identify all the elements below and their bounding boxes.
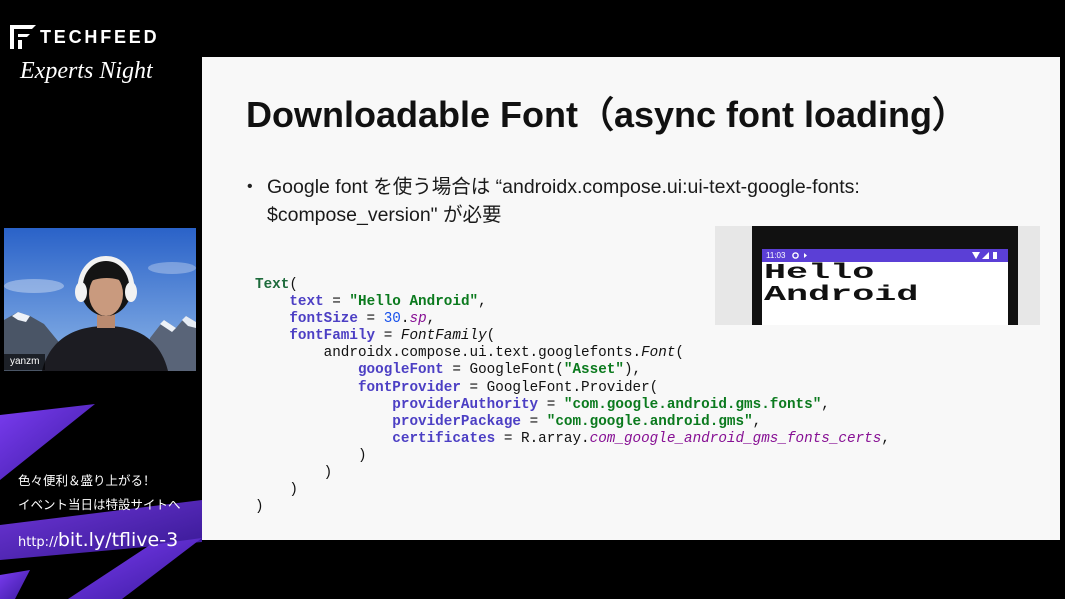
code-token: (: [486, 328, 496, 345]
code-token: 30: [383, 311, 401, 328]
brand-name: TECHFEED: [40, 27, 160, 47]
code-token: "Hello Android": [349, 294, 479, 311]
code-token: (: [289, 277, 298, 293]
brand-subtitle: Experts Night: [20, 58, 153, 84]
speaker-name-label: yanzm: [4, 354, 46, 370]
settings-icon: [792, 252, 799, 259]
code-token: ): [255, 499, 264, 516]
code-token: = GoogleFont.Provider(: [460, 379, 659, 396]
code-token: ,: [821, 396, 830, 413]
promo-url: http://bit.ly/tflive-3: [18, 528, 178, 555]
code-token: =: [520, 413, 547, 430]
presentation-slide: Downloadable Font（async font loading） • …: [202, 57, 1060, 540]
code-token: googleFont: [357, 362, 444, 379]
code-line: ): [255, 465, 890, 482]
code-token: certificates: [392, 430, 496, 447]
code-line: ): [255, 448, 890, 465]
code-token: =: [538, 396, 564, 413]
code-token: fontProvider: [357, 379, 461, 396]
code-token: =: [323, 294, 350, 311]
code-token: = R.array.: [495, 430, 590, 447]
phone-text-line-1: Hello: [764, 262, 875, 285]
code-line: googleFont = GoogleFont("Asset"),: [255, 362, 890, 379]
code-token: fontSize: [289, 311, 358, 328]
code-token: FontFamily: [400, 328, 487, 345]
code-token: =: [375, 328, 401, 345]
code-line: fontFamily = FontFamily(: [255, 328, 890, 345]
code-token: Text: [255, 277, 290, 293]
code-token: ): [255, 465, 333, 482]
phone-screen: 11:03 Hello Android: [762, 249, 1008, 325]
code-token: =: [357, 311, 384, 328]
promo-url-prefix: http://: [18, 535, 58, 550]
code-token: text: [289, 294, 324, 311]
code-token: sp: [409, 311, 427, 328]
status-bar: 11:03: [762, 249, 1008, 262]
code-token: ): [255, 482, 298, 499]
code-token: = GoogleFont(: [443, 362, 564, 379]
code-token: com_google_android_gms_fonts_certs: [589, 430, 882, 447]
code-line: androidx.compose.ui.text.googlefonts.Fon…: [255, 345, 890, 362]
code-line: fontProvider = GoogleFont.Provider(: [255, 380, 890, 397]
bullet-line-1: Google font を使う場合は “androidx.compose.ui:…: [267, 176, 860, 198]
bullet-line-2: $compose_version" が必要: [267, 204, 502, 226]
speaker-video-frame: [4, 228, 196, 371]
code-line: ): [255, 499, 890, 516]
code-token: Font: [641, 345, 676, 362]
signal-icon: [982, 252, 989, 259]
code-token: ,: [881, 430, 890, 447]
code-token: ): [255, 447, 367, 464]
code-token: "com.google.android.gms": [546, 413, 753, 430]
code-line: providerPackage = "com.google.android.gm…: [255, 414, 890, 431]
webcam-video: yanzm: [4, 228, 196, 371]
bullet-marker: •: [247, 178, 253, 195]
code-line: ): [255, 482, 890, 499]
code-line: providerAuthority = "com.google.android.…: [255, 397, 890, 414]
promo-line-2: イベント当日は特設サイトへ: [18, 497, 181, 512]
slide-title: Downloadable Font（async font loading）: [246, 94, 969, 135]
code-token: ),: [623, 362, 642, 379]
phone-frame: 11:03 Hello Android: [752, 226, 1018, 325]
code-token: "Asset": [563, 362, 624, 379]
phone-text-line-2: Android: [764, 284, 919, 307]
bullet-text: Google font を使う場合は “androidx.compose.ui:…: [267, 173, 860, 229]
code-token: providerAuthority: [392, 396, 539, 413]
battery-icon: [993, 252, 997, 259]
sync-icon: [804, 253, 807, 258]
code-token: ,: [478, 294, 487, 311]
code-token: providerPackage: [392, 413, 521, 430]
code-token: (: [675, 345, 685, 362]
code-line: certificates = R.array.com_google_androi…: [255, 431, 890, 448]
promo-url-main: bit.ly/tflive-3: [57, 529, 179, 551]
phone-preview-image: 11:03 Hello Android: [715, 226, 1040, 325]
status-time: 11:03: [766, 251, 786, 260]
techfeed-logo-icon: [10, 25, 36, 49]
code-token: ,: [426, 311, 436, 328]
code-token: "com.google.android.gms.fonts": [563, 396, 822, 413]
wifi-icon: [972, 252, 980, 259]
code-token: ,: [752, 413, 762, 430]
code-token: androidx.compose.ui.text.googlefonts.: [255, 345, 642, 362]
code-token: fontFamily: [289, 328, 376, 345]
promo-line-1: 色々便利＆盛り上がる！: [18, 473, 156, 488]
